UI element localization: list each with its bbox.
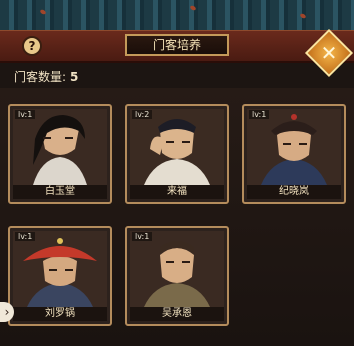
- retainer-name: 吴承恩: [130, 307, 224, 321]
- retainer-name: 刘罗锅: [13, 307, 107, 321]
- retainer-card-3[interactable]: lv:1 纪晓岚: [242, 104, 346, 204]
- retainer-name: 白玉堂: [13, 185, 107, 199]
- retainer-portrait: [13, 109, 107, 185]
- retainer-name: 纪晓岚: [247, 185, 341, 199]
- retainer-portrait: [247, 109, 341, 185]
- retainer-name: 来福: [130, 185, 224, 199]
- retainer-level: lv:1: [249, 110, 270, 119]
- retainer-level: lv:2: [132, 110, 153, 119]
- leaf-decoration: [39, 8, 47, 16]
- retainer-portrait: [130, 109, 224, 185]
- leaf-decoration: [189, 4, 197, 12]
- retainer-portrait: [130, 231, 224, 307]
- leaf-decoration: [299, 12, 307, 20]
- retainer-count-value: 5: [70, 70, 79, 84]
- retainer-portrait: [13, 231, 107, 307]
- retainer-level: lv:1: [15, 110, 36, 119]
- retainer-level: lv:1: [15, 232, 36, 241]
- chevron-right-icon: ›: [4, 305, 10, 319]
- retainer-count-label: 门客数量:: [14, 70, 67, 84]
- retainer-card-5[interactable]: lv:1 吴承恩: [125, 226, 229, 326]
- close-x-icon: ✕: [320, 41, 338, 65]
- retainer-card-2[interactable]: lv:2 来福: [125, 104, 229, 204]
- page-title: 门客培养: [125, 34, 229, 56]
- retainer-level: lv:1: [132, 232, 153, 241]
- retainer-card-4[interactable]: lv:1 刘罗锅: [8, 226, 112, 326]
- roof-banner: [0, 0, 354, 32]
- retainer-card-1[interactable]: lv:1 白玉堂: [8, 104, 112, 204]
- question-mark-icon: ?: [28, 39, 36, 53]
- retainer-count: 门客数量: 5: [14, 68, 78, 85]
